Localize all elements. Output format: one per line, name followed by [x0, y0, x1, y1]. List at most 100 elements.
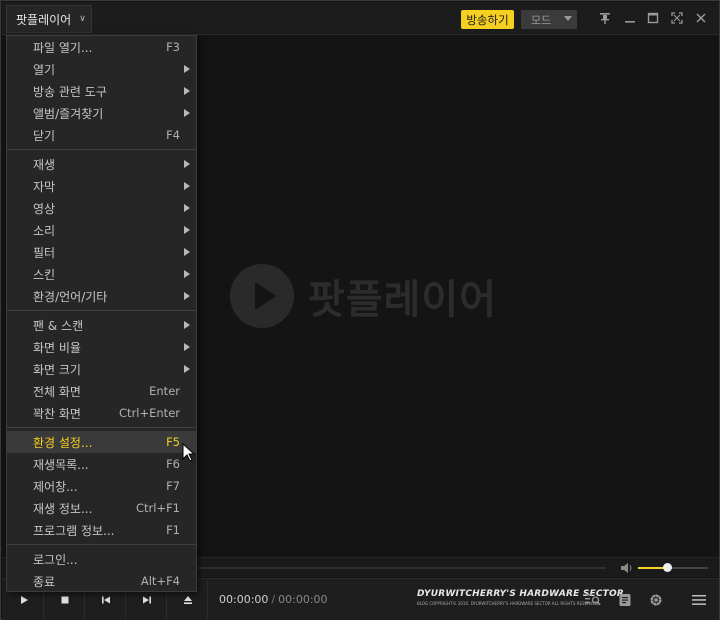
menu-item-shortcut: F5: [166, 435, 180, 449]
menu-item-shortcut: F6: [166, 457, 180, 471]
menu-item-shortcut: F1: [166, 523, 180, 537]
submenu-arrow-icon: [184, 270, 190, 278]
menu-item-aspect-ratio[interactable]: 화면 비율: [7, 336, 196, 358]
menu-item-label: 로그인...: [33, 552, 78, 567]
play-icon: [20, 596, 28, 604]
menu-item-shortcut: F7: [166, 479, 180, 493]
previous-icon: [101, 596, 110, 604]
submenu-arrow-icon: [184, 87, 190, 95]
seek-bar[interactable]: [198, 567, 606, 569]
app-menu-label: 팟플레이어: [16, 12, 72, 27]
menu-item-label: 필터: [33, 245, 56, 260]
submenu-arrow-icon: [184, 109, 190, 117]
play-logo-icon: [230, 264, 294, 328]
menu-item-shortcut: Alt+F4: [140, 574, 180, 588]
fullscreen-icon[interactable]: [669, 10, 685, 26]
app-menu-button[interactable]: 팟플레이어 ∨: [6, 5, 92, 33]
menu-item-exit[interactable]: 종료 Alt+F4: [7, 570, 196, 592]
menu-item-filter[interactable]: 필터: [7, 241, 196, 263]
menu-item-label: 전체 화면: [33, 384, 81, 399]
time-total: 00:00:00: [278, 593, 328, 606]
menu-item-program-info[interactable]: 프로그램 정보... F1: [7, 519, 196, 541]
menu-item-subtitles[interactable]: 자막: [7, 175, 196, 197]
menu-item-shortcut: Enter: [149, 384, 180, 398]
stop-icon: [61, 596, 68, 604]
skin-brand: DYURWITCHERRY'S HARDWARE SECTOR BLOG COP…: [417, 589, 624, 606]
menu-item-preferences[interactable]: 환경 설정... F5: [7, 431, 196, 453]
potplayer-window: 팟플레이어 ∨ 방송하기 모드 팟플레이어 00:00:00 / 00:00:0…: [0, 0, 720, 620]
menu-item-shortcut: F4: [166, 128, 180, 142]
gear-icon[interactable]: [647, 591, 665, 609]
logo-text: 팟플레이어: [308, 277, 497, 323]
menu-item-playlist[interactable]: 재생목록... F6: [7, 453, 196, 475]
minimize-icon[interactable]: [622, 10, 638, 26]
menu-divider: [7, 427, 196, 428]
brand-copyright: BLOG COPYRIGHT© 2010. DYURWITCHERRY'S HA…: [417, 601, 600, 606]
time-display: 00:00:00/00:00:00: [219, 593, 328, 606]
menu-item-label: 소리: [33, 223, 56, 238]
menu-item-control-panel[interactable]: 제어창... F7: [7, 475, 196, 497]
submenu-arrow-icon: [184, 248, 190, 256]
menu-item-fit-screen[interactable]: 꽉찬 화면 Ctrl+Enter: [7, 402, 196, 424]
submenu-arrow-icon: [184, 292, 190, 300]
menu-item-label: 재생: [33, 157, 56, 172]
menu-item-playback-info[interactable]: 재생 정보... Ctrl+F1: [7, 497, 196, 519]
player-logo: 팟플레이어: [230, 264, 497, 328]
menu-item-open-file[interactable]: 파일 열기... F3: [7, 36, 196, 58]
submenu-arrow-icon: [184, 321, 190, 329]
pin-icon[interactable]: [597, 10, 613, 26]
menu-item-shortcut: Ctrl+F1: [135, 501, 180, 515]
menu-item-screen-size[interactable]: 화면 크기: [7, 358, 196, 380]
broadcast-button[interactable]: 방송하기: [461, 10, 514, 29]
menu-item-label: 방송 관련 도구: [33, 84, 107, 99]
volume-knob[interactable]: [663, 563, 673, 572]
menu-item-label: 팬 & 스캔: [33, 318, 84, 333]
submenu-arrow-icon: [184, 343, 190, 351]
eject-icon: [183, 596, 192, 604]
menu-item-video[interactable]: 영상: [7, 197, 196, 219]
maximize-icon[interactable]: [645, 10, 661, 26]
close-icon[interactable]: [693, 10, 709, 26]
memo-icon[interactable]: [616, 591, 634, 609]
menu-item-close[interactable]: 닫기 F4: [7, 124, 196, 146]
volume-slider[interactable]: [638, 563, 708, 572]
menu-item-label: 제어창...: [33, 479, 78, 494]
menu-item-login[interactable]: 로그인...: [7, 548, 196, 570]
menu-item-pan-scan[interactable]: 팬 & 스캔: [7, 314, 196, 336]
menu-item-playback[interactable]: 재생: [7, 153, 196, 175]
menu-divider: [7, 149, 196, 150]
menu-item-label: 영상: [33, 201, 56, 216]
menu-item-label: 앨범/즐겨찾기: [33, 106, 104, 121]
menu-item-label: 꽉찬 화면: [33, 406, 81, 421]
menu-divider: [7, 310, 196, 311]
mouse-cursor-icon: [182, 443, 196, 462]
playlist-search-icon[interactable]: [584, 591, 602, 609]
menu-item-label: 자막: [33, 179, 56, 194]
mode-label: 모드: [531, 13, 552, 27]
menu-item-label: 화면 크기: [33, 362, 81, 377]
mode-select[interactable]: 모드: [521, 10, 577, 29]
menu-item-label: 열기: [33, 62, 56, 77]
menu-item-open[interactable]: 열기: [7, 58, 196, 80]
main-context-menu: 파일 열기... F3 열기 방송 관련 도구 앨범/즐겨찾기 닫기 F4 재생 자…: [6, 35, 197, 592]
menu-item-environment-language[interactable]: 환경/언어/기타: [7, 285, 196, 307]
submenu-arrow-icon: [184, 160, 190, 168]
menu-item-label: 종료: [33, 574, 56, 589]
menu-item-audio[interactable]: 소리: [7, 219, 196, 241]
chevron-down-icon: ∨: [79, 14, 86, 24]
menu-item-broadcast-tools[interactable]: 방송 관련 도구: [7, 80, 196, 102]
time-separator: /: [271, 593, 276, 606]
submenu-arrow-icon: [184, 204, 190, 212]
menu-item-skin[interactable]: 스킨: [7, 263, 196, 285]
menu-item-shortcut: F3: [166, 40, 180, 54]
next-icon: [142, 596, 151, 604]
menu-item-label: 스킨: [33, 267, 56, 282]
menu-item-album-favorites[interactable]: 앨범/즐겨찾기: [7, 102, 196, 124]
hamburger-menu-icon[interactable]: [690, 591, 708, 609]
menu-item-label: 화면 비율: [33, 340, 81, 355]
volume-icon[interactable]: [620, 561, 634, 575]
submenu-arrow-icon: [184, 365, 190, 373]
time-current: 00:00:00: [219, 593, 269, 606]
menu-item-fullscreen[interactable]: 전체 화면 Enter: [7, 380, 196, 402]
menu-divider: [7, 544, 196, 545]
